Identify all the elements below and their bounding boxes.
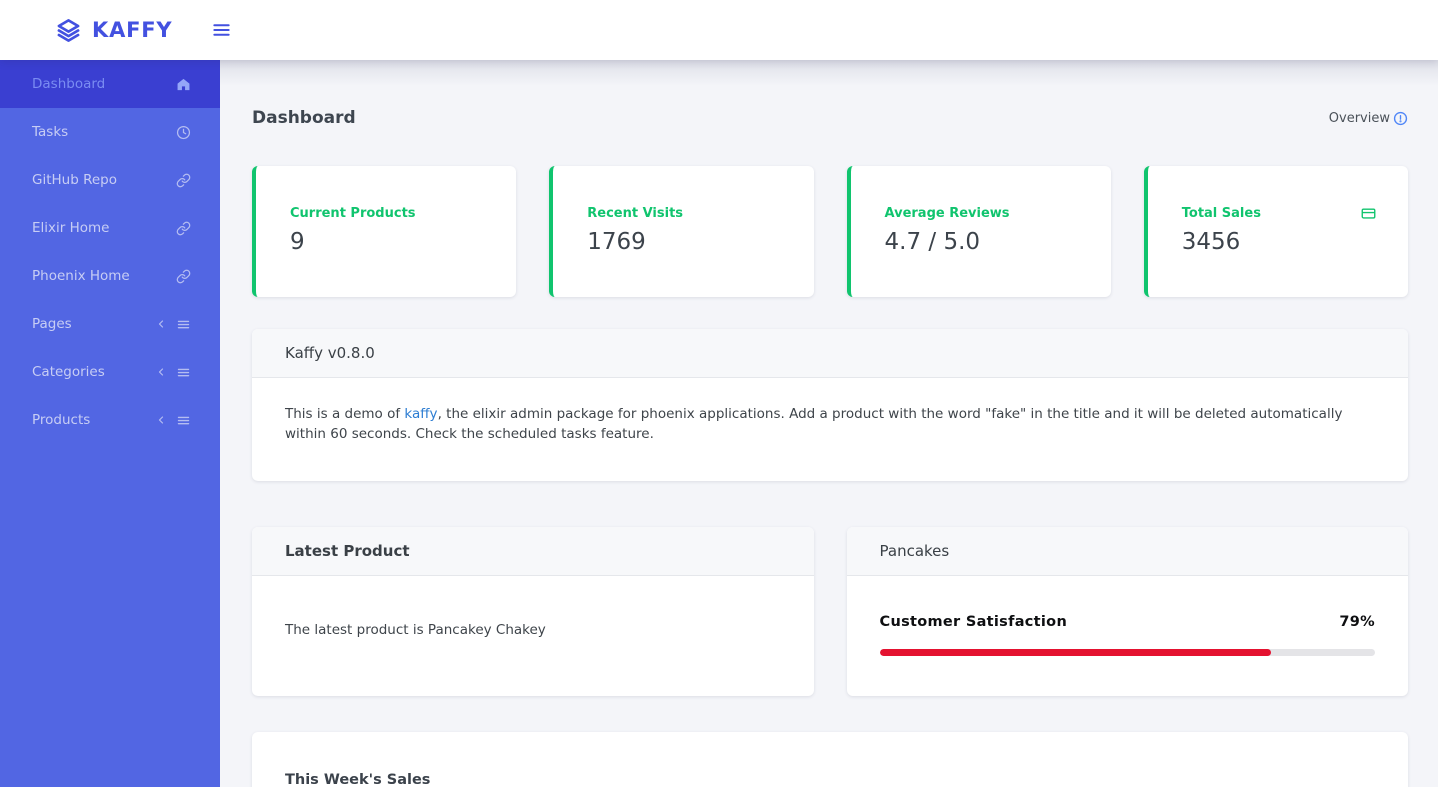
overview-link[interactable]: Overview	[1329, 111, 1408, 126]
sidebar-item-elixir-home[interactable]: Elixir Home	[0, 204, 220, 252]
satisfaction-progress-fill	[879, 649, 1271, 657]
card-title: This Week's Sales	[285, 771, 431, 787]
link-icon	[176, 269, 191, 284]
sidebar-item-label: Categories	[32, 364, 105, 380]
pancakes-card: Pancakes Customer Satisfaction 79%	[846, 526, 1408, 696]
sidebar-item-tasks[interactable]: Tasks	[0, 108, 220, 156]
demo-text-before: This is a demo of	[285, 406, 405, 422]
stat-title: Recent Visits	[587, 206, 684, 221]
page-title: Dashboard	[252, 108, 356, 128]
card-title: Pancakes	[846, 526, 1408, 576]
stat-value: 1769	[587, 229, 646, 255]
kaffy-link[interactable]: kaffy	[404, 406, 437, 422]
overview-label: Overview	[1328, 110, 1390, 126]
card-title: Kaffy v0.8.0	[252, 329, 1408, 378]
sidebar-item-label: Phoenix Home	[32, 268, 130, 284]
sidebar-item-label: GitHub Repo	[32, 172, 117, 188]
weekly-sales-card: This Week's Sales	[252, 731, 1408, 787]
chevron-left-icon	[155, 366, 167, 378]
info-circle-icon[interactable]	[1393, 111, 1408, 126]
sidebar-item-label: Dashboard	[32, 76, 106, 92]
sidebar-item-phoenix-home[interactable]: Phoenix Home	[0, 252, 220, 300]
stat-card-average-reviews: Average Reviews 4.7 / 5.0	[846, 166, 1111, 297]
main-content: Dashboard Overview Current Products 9 Re…	[220, 60, 1438, 787]
menu-icon	[176, 413, 191, 428]
satisfaction-progress-track	[879, 649, 1375, 657]
sidebar-item-products[interactable]: Products	[0, 396, 220, 444]
menu-icon	[176, 365, 191, 380]
link-icon	[176, 173, 191, 188]
stat-title: Current Products	[290, 206, 416, 221]
stat-title: Total Sales	[1181, 206, 1261, 221]
clock-icon	[176, 125, 191, 140]
stat-card-total-sales: Total Sales 3456	[1143, 166, 1408, 297]
demo-text-after: , the elixir admin package for phoenix a…	[285, 406, 1343, 443]
sidebar-item-dashboard[interactable]: Dashboard	[0, 60, 220, 108]
sidebar-item-label: Products	[32, 412, 91, 428]
stat-title: Average Reviews	[884, 206, 1010, 221]
stat-value: 4.7 / 5.0	[884, 229, 981, 255]
hamburger-icon	[212, 22, 231, 38]
sidebar-item-pages[interactable]: Pages	[0, 300, 220, 348]
stat-value: 9	[290, 229, 305, 255]
layers-icon	[55, 17, 82, 44]
brand[interactable]: KAFFY	[55, 17, 172, 44]
credit-card-icon	[1361, 206, 1376, 225]
sidebar-item-label: Pages	[32, 316, 72, 332]
brand-title: KAFFY	[92, 18, 173, 42]
sidebar-toggle-button[interactable]	[212, 22, 231, 38]
stat-card-recent-visits: Recent Visits 1769	[549, 166, 814, 297]
latest-product-text: The latest product is Pancakey Chakey	[285, 621, 546, 638]
stat-cards-row: Current Products 9 Recent Visits 1769 Av…	[252, 166, 1408, 297]
kaffy-version-card: Kaffy v0.8.0 This is a demo of kaffy, th…	[252, 329, 1408, 481]
topbar: KAFFY	[0, 0, 1438, 60]
home-icon	[176, 77, 191, 92]
link-icon	[176, 221, 191, 236]
card-title: Latest Product	[252, 526, 814, 576]
kaffy-demo-text: This is a demo of kaffy, the elixir admi…	[252, 378, 1408, 481]
stat-value: 3456	[1181, 229, 1241, 255]
sidebar-item-categories[interactable]: Categories	[0, 348, 220, 396]
latest-product-card: Latest Product The latest product is Pan…	[252, 526, 814, 696]
chevron-left-icon	[155, 318, 167, 330]
satisfaction-label: Customer Satisfaction	[879, 613, 1068, 630]
sidebar-item-label: Tasks	[32, 124, 69, 140]
satisfaction-value: 79%	[1339, 613, 1375, 630]
sidebar-item-label: Elixir Home	[32, 220, 110, 236]
chevron-left-icon	[155, 414, 167, 426]
menu-icon	[176, 317, 191, 332]
sidebar: Dashboard Tasks GitHub Repo Elixir Home	[0, 60, 220, 787]
stat-card-current-products: Current Products 9	[252, 166, 517, 297]
sidebar-item-github-repo[interactable]: GitHub Repo	[0, 156, 220, 204]
